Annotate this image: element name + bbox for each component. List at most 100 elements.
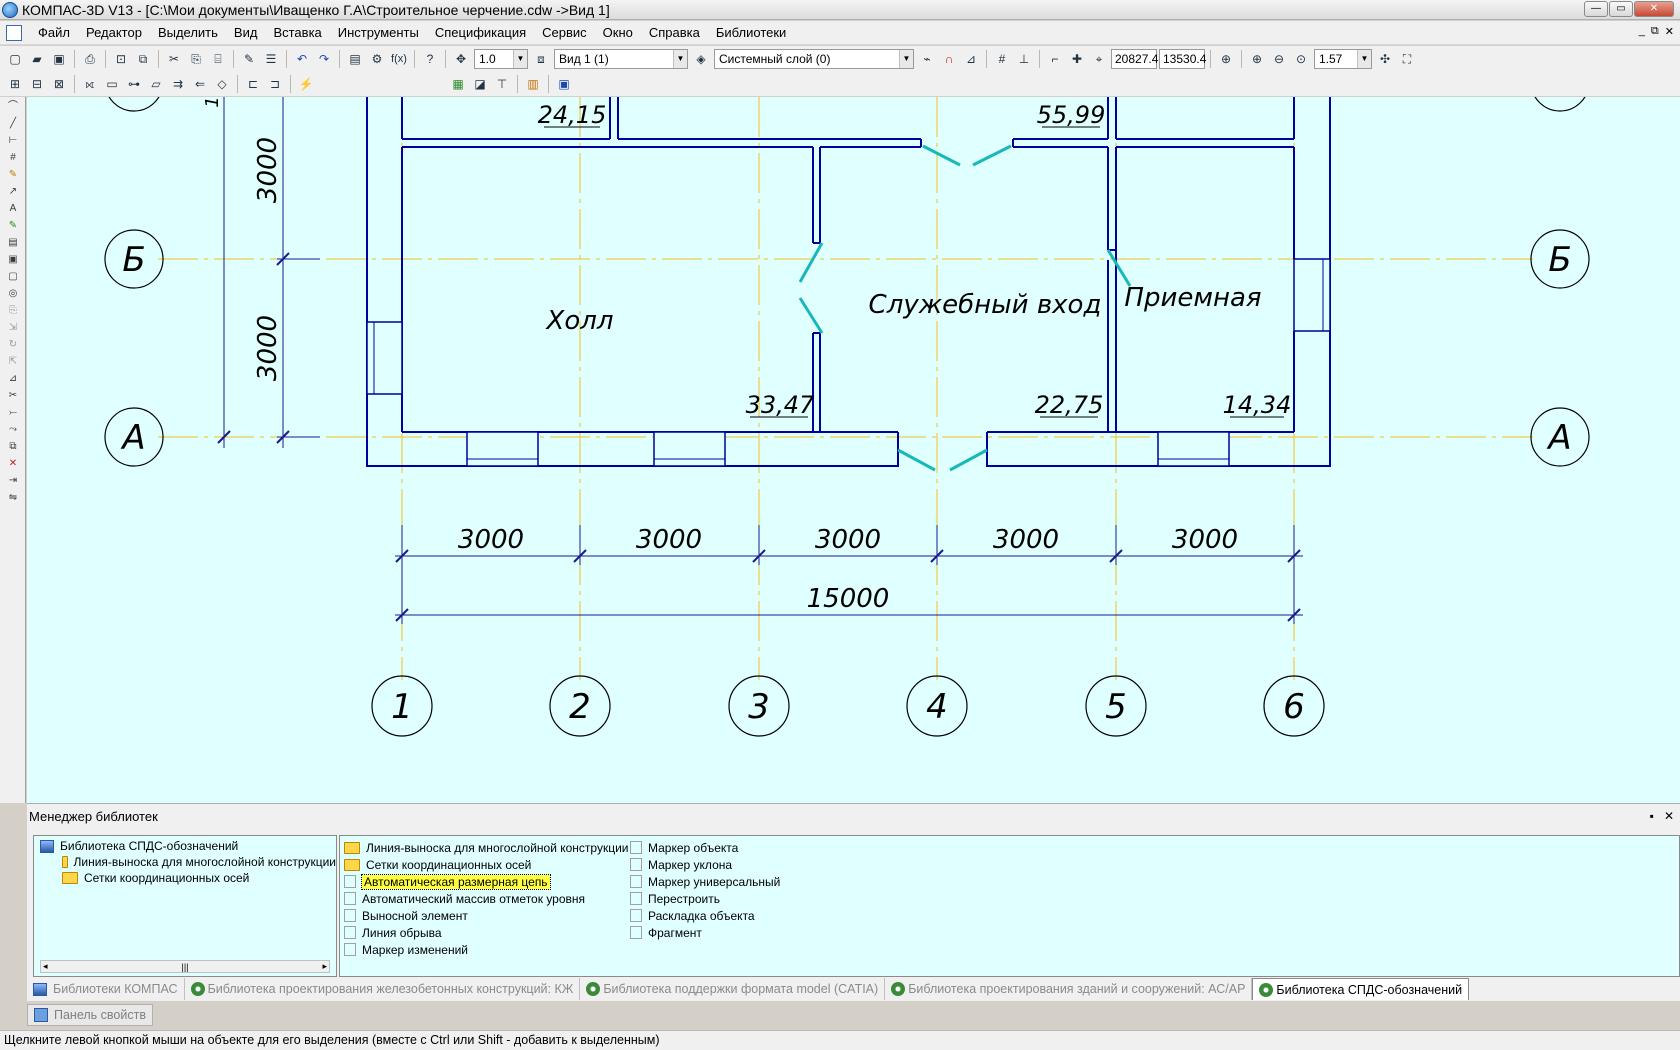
library-tree[interactable]: Библиотека СПДС-обозначений Линия-выноск… xyxy=(33,835,337,977)
pin-icon[interactable]: ▪ xyxy=(1650,809,1654,823)
layer-props-icon[interactable]: ⌁ xyxy=(918,50,936,68)
layer-icon[interactable]: ◈ xyxy=(692,50,710,68)
properties-brush-icon[interactable]: ✎ xyxy=(240,50,258,68)
tool-line-icon[interactable]: ╱ xyxy=(4,117,22,131)
print-icon[interactable]: ⎙ xyxy=(81,50,99,68)
zoom-combo[interactable]: 1.57 ▼ xyxy=(1314,49,1372,69)
zoom-in-icon[interactable]: ⊕ xyxy=(1248,50,1266,68)
chevron-down-icon[interactable]: ▼ xyxy=(513,50,527,68)
bar-chart-icon[interactable]: ▥ xyxy=(524,75,542,93)
snap-magnet-icon[interactable]: ∩ xyxy=(940,50,958,68)
manager-icon[interactable]: ⧉ xyxy=(134,50,152,68)
list-item[interactable]: Маркер изменений xyxy=(344,941,629,958)
tree-child-node[interactable]: Сетки координационных осей xyxy=(34,870,336,886)
room-name-reception[interactable]: Приемная xyxy=(1124,283,1261,313)
step-icon[interactable]: ✥ xyxy=(452,50,470,68)
ortho-icon[interactable]: ⊿ xyxy=(962,50,980,68)
measure-icon[interactable]: ⊶ xyxy=(125,75,143,93)
mdi-minimize-button[interactable]: _ xyxy=(1639,25,1645,38)
tree-horizontal-scrollbar[interactable]: ◂ ||| ▸ xyxy=(40,960,330,973)
local-cs-icon[interactable]: ⊥ xyxy=(1015,50,1033,68)
redo-icon[interactable]: ↷ xyxy=(315,50,333,68)
undo-icon[interactable]: ↶ xyxy=(293,50,311,68)
list-item[interactable]: Автоматический массив отметок уровня xyxy=(344,890,629,907)
show-all-icon[interactable]: ⛶ xyxy=(1398,50,1416,68)
tool-scale-icon[interactable]: ⇱ xyxy=(4,355,22,369)
parametrization-icon[interactable]: ▭ xyxy=(103,75,121,93)
maximize-button[interactable]: ▭ xyxy=(1609,1,1633,17)
menu-edit[interactable]: Редактор xyxy=(78,25,150,40)
menu-tools[interactable]: Инструменты xyxy=(330,25,427,40)
menu-libraries[interactable]: Библиотеки xyxy=(708,25,794,40)
open-folder-icon[interactable]: ▰ xyxy=(28,50,46,68)
close-button[interactable]: ✕ xyxy=(1634,1,1674,17)
column-axis-bubbles[interactable]: 1 2 3 4 5 6 xyxy=(371,675,1325,737)
menu-specification[interactable]: Спецификация xyxy=(427,25,534,40)
tool-doc-icon[interactable]: ▣ xyxy=(4,253,22,267)
total-dim-value[interactable]: 15000 xyxy=(807,584,890,614)
tool-frame-icon[interactable]: ▢ xyxy=(4,270,22,284)
tool-marker-icon[interactable]: ✎ xyxy=(4,219,22,233)
associative-views-icon[interactable]: ⇉ xyxy=(169,75,187,93)
menu-insert[interactable]: Вставка xyxy=(265,25,329,40)
designations-icon[interactable]: ⊠ xyxy=(50,75,68,93)
tool-dimension-icon[interactable]: ⊢ xyxy=(4,134,22,148)
library-items-list[interactable]: Линия-выноска для многослойной конструкц… xyxy=(339,835,1680,977)
menu-file[interactable]: Файл xyxy=(30,25,78,40)
formula-icon[interactable]: f(x) xyxy=(390,50,408,68)
dimensions-icon[interactable]: ⊟ xyxy=(28,75,46,93)
scroll-thumb[interactable]: ||| xyxy=(181,962,188,972)
insert-icon[interactable]: ⊏ xyxy=(244,75,262,93)
preview-icon[interactable]: ⊡ xyxy=(112,50,130,68)
list-item[interactable]: Перестроить xyxy=(630,890,780,907)
menu-select[interactable]: Выделить xyxy=(150,25,226,40)
room-name-service-entrance[interactable]: Служебный вход xyxy=(869,290,1102,320)
tool-offset-icon[interactable]: ⤳ xyxy=(4,423,22,437)
scroll-left-icon[interactable]: ◂ xyxy=(43,961,48,972)
tool-level-icon[interactable]: A xyxy=(4,202,22,216)
custom-tool-icon[interactable]: ⚡ xyxy=(297,75,315,93)
kompas-app-icon[interactable] xyxy=(2,1,18,18)
reports-icon[interactable]: ◇ xyxy=(213,75,231,93)
paste-icon[interactable]: ⌸ xyxy=(209,50,227,68)
step-combo[interactable]: 1.0 ▼ xyxy=(474,49,528,69)
list-item[interactable]: Маркер уклона xyxy=(630,856,780,873)
edit-icon[interactable]: ⟖ xyxy=(81,75,99,93)
help-pointer-icon[interactable]: ? xyxy=(421,50,439,68)
list-item[interactable]: Маркер универсальный xyxy=(630,873,780,890)
chevron-down-icon[interactable]: ▼ xyxy=(899,50,913,68)
list-item[interactable]: Фрагмент xyxy=(630,924,780,941)
menu-view[interactable]: Вид xyxy=(226,25,266,40)
list-item[interactable]: Линия-выноска для многослойной конструкц… xyxy=(344,839,629,856)
tool-extend-icon[interactable]: ⤚ xyxy=(4,406,22,420)
tab-kompas-libraries[interactable]: Библиотеки КОМПАС xyxy=(27,978,185,1000)
zoom-window-icon[interactable]: ⊕ xyxy=(1217,50,1235,68)
save-icon[interactable]: ▣ xyxy=(50,50,68,68)
tree-root-node[interactable]: Библиотека СПДС-обозначений xyxy=(34,838,336,854)
zoom-scale-icon[interactable]: ⊙ xyxy=(1292,50,1310,68)
new-document-icon[interactable]: ▢ xyxy=(6,50,24,68)
zoom-out-icon[interactable]: ⊖ xyxy=(1270,50,1288,68)
coord-x-field[interactable]: 20827.4 xyxy=(1111,49,1158,69)
tool-stretch-icon[interactable]: ⇥ xyxy=(4,474,22,488)
close-icon[interactable]: ✕ xyxy=(1664,809,1674,823)
fill-icon[interactable]: ◪ xyxy=(471,75,489,93)
tool-move-icon[interactable]: ⇲ xyxy=(4,321,22,335)
stamp-icon[interactable]: ⊤ xyxy=(493,75,511,93)
menu-window[interactable]: Окно xyxy=(595,25,641,40)
tool-rotate-icon[interactable]: ↻ xyxy=(4,338,22,352)
spds-icon[interactable]: ⊐ xyxy=(266,75,284,93)
mdi-close-button[interactable]: ✕ xyxy=(1665,25,1674,38)
tool-copy-icon[interactable]: ⎘ xyxy=(4,304,22,318)
cut-icon[interactable]: ✂ xyxy=(165,50,183,68)
view-icon[interactable]: ⧈ xyxy=(532,50,550,68)
cursor-coords-icon[interactable]: ⌖ xyxy=(1090,50,1108,68)
select-icon[interactable]: ⏥ xyxy=(147,75,165,93)
document-icon[interactable] xyxy=(6,24,22,41)
menu-help[interactable]: Справка xyxy=(641,25,708,40)
spec-icon[interactable]: ⇐ xyxy=(191,75,209,93)
tool-leader-icon[interactable]: ↗ xyxy=(4,185,22,199)
copy-icon[interactable]: ⎘ xyxy=(187,50,205,68)
list-item[interactable]: Маркер объекта xyxy=(630,839,780,856)
drawing-canvas[interactable]: Б Б А А 1 2 3 4 5 6 Холл Служебный вход … xyxy=(27,97,1680,803)
